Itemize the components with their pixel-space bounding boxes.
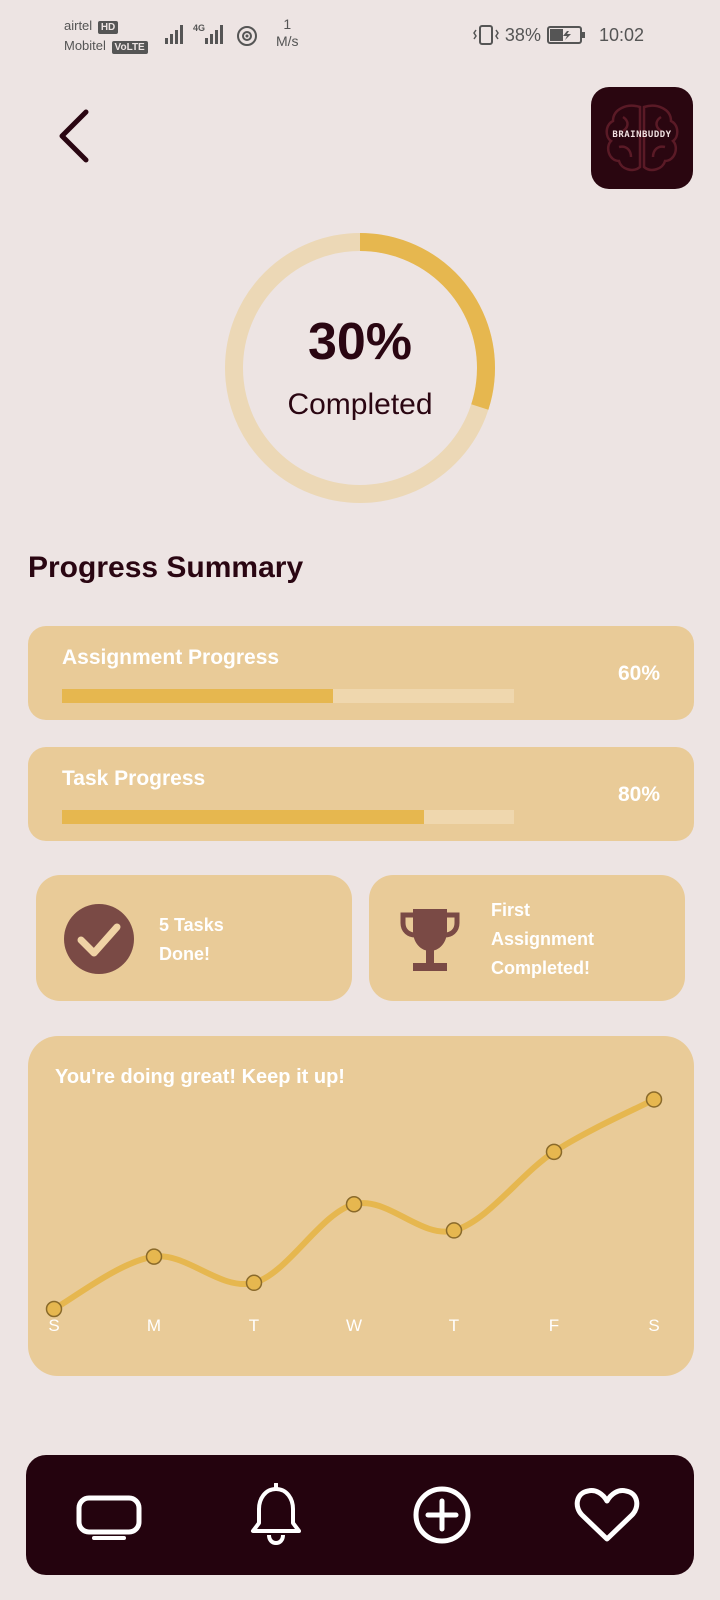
first-assignment-card[interactable]: First Assignment Completed! [369,875,685,1001]
status-right: 38% 10:02 [473,24,644,46]
trophy-icon [400,909,460,971]
tasks-done-card[interactable]: 5 Tasks Done! [36,875,352,1001]
chart-point[interactable] [245,1274,263,1292]
x-tick-label: W [346,1316,362,1335]
net-speed-value: 1 [283,16,292,32]
carrier-1-name: airtel [64,18,93,33]
tv-icon [76,1495,142,1540]
chart-point[interactable] [145,1248,163,1265]
progress-label: Task Progress [62,767,206,790]
progress-percent: 80% [617,783,660,806]
x-tick-label: F [549,1316,559,1335]
assignment-progress-card[interactable]: Assignment Progress 60% [28,626,694,720]
nav-notifications-button[interactable] [241,1482,311,1547]
vibrate-icon [473,25,499,45]
progress-label: Assignment Progress [62,646,280,669]
x-tick-label: T [449,1316,459,1335]
section-title: Progress Summary [28,551,304,584]
achievement-line: Assignment [491,929,595,949]
status-bar: airtel HD Mobitel VoLTE 4G 1 M/s 38% 10:… [0,0,720,70]
carrier-2-tag: VoLTE [111,41,148,54]
chevron-left-icon [59,109,89,163]
back-button[interactable] [48,104,100,168]
app-logo[interactable]: BRAINBUDDY [591,87,693,189]
bottom-nav [26,1455,694,1575]
achievement-line: First [491,900,531,920]
bell-icon [251,1482,301,1546]
x-tick-label: S [648,1316,659,1335]
x-tick-label: S [48,1316,59,1335]
signal-icon: 4G [165,22,265,53]
chart-point[interactable] [45,1300,63,1318]
overall-caption: Completed [287,388,433,421]
chart-point[interactable] [345,1195,363,1213]
weekly-line-chart: SMTWTFS [45,1091,663,1335]
net-speed-unit: M/s [276,33,299,49]
add-circle-icon [413,1486,471,1544]
check-circle-icon [64,904,134,974]
chart-point[interactable] [445,1222,463,1239]
progress-track [62,810,514,824]
carrier-2-name: Mobitel [64,38,106,53]
achievement-text: 5 Tasks Done! [159,911,224,969]
logo-text: BRAINBUDDY [612,130,672,140]
achievement-line: 5 Tasks [159,915,224,935]
nav-add-button[interactable] [407,1483,477,1547]
battery-percent: 38% [504,24,541,45]
clock: 10:02 [598,24,644,45]
network-type: 4G [193,23,205,33]
chart-point[interactable] [545,1143,563,1161]
achievement-text: First Assignment Completed! [491,896,594,983]
heart-icon [574,1488,640,1542]
battery-icon [546,26,585,44]
nav-favorites-button[interactable] [572,1483,642,1547]
net-speed: 1 M/s [276,16,299,50]
chart-point[interactable] [645,1091,663,1108]
overall-percent: 30% [307,313,413,371]
carrier-1-tag: HD [97,21,119,34]
progress-fill [62,689,334,703]
nav-tv-button[interactable] [74,1483,144,1547]
progress-track [62,689,514,703]
progress-percent: 60% [617,662,660,685]
progress-fill [62,810,424,824]
weekly-chart-card: You're doing great! Keep it up! SMTWTFS [28,1036,694,1376]
achievement-line: Done! [159,944,210,964]
x-tick-label: T [249,1316,259,1335]
achievement-line: Completed! [491,958,590,978]
task-progress-card[interactable]: Task Progress 80% [28,747,694,841]
carrier-info: airtel HD Mobitel VoLTE [64,16,148,56]
x-tick-label: M [147,1316,161,1335]
